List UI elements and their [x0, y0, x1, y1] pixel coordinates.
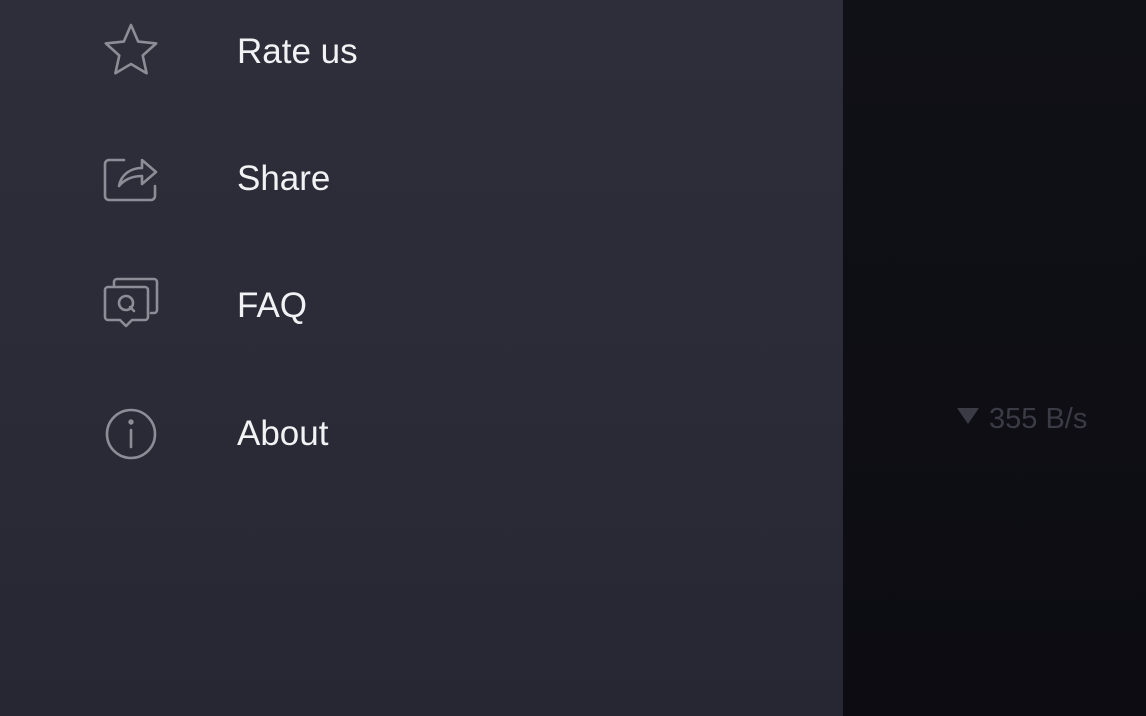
drawer-scrim[interactable]: [843, 0, 1146, 716]
menu-item-faq[interactable]: FAQ: [0, 251, 843, 361]
download-speed-indicator: 355 B/s: [957, 402, 1087, 436]
download-speed-value: 355 B/s: [989, 402, 1088, 435]
navigation-drawer: Rate us Share FAQ About: [0, 0, 843, 716]
download-arrow-icon: [957, 408, 979, 424]
star-icon: [100, 21, 162, 83]
menu-item-label: About: [237, 414, 329, 453]
menu-item-label: Share: [237, 159, 331, 198]
menu-item-share[interactable]: Share: [0, 124, 843, 234]
app-screen: Rate us Share FAQ About 355 B/s: [0, 0, 1146, 716]
faq-icon: [100, 275, 162, 337]
menu-item-label: FAQ: [237, 286, 308, 325]
menu-item-label: Rate us: [237, 32, 358, 71]
info-icon: [100, 403, 162, 465]
menu-item-about[interactable]: About: [0, 379, 843, 489]
share-icon: [100, 148, 162, 210]
menu-item-rate-us[interactable]: Rate us: [0, 0, 843, 107]
